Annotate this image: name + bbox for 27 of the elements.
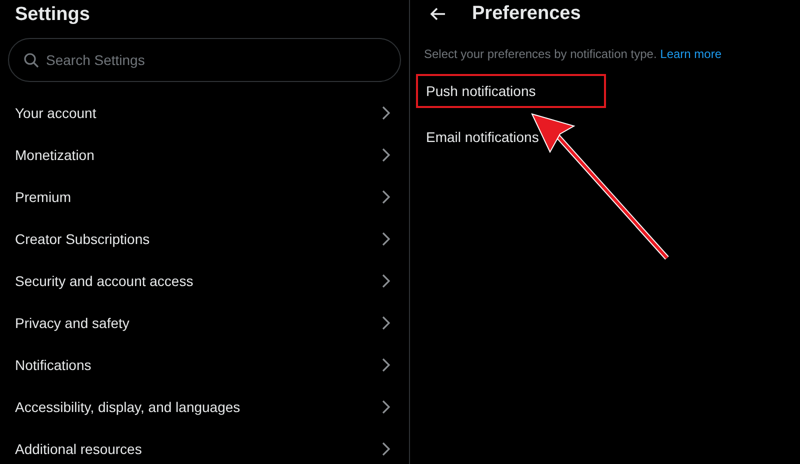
preference-item[interactable]: Push notifications (416, 74, 606, 108)
settings-menu-item[interactable]: Your account (0, 92, 409, 134)
search-field[interactable]: Search Settings (8, 38, 401, 82)
settings-menu-item[interactable]: Creator Subscriptions (0, 218, 409, 260)
chevron-icon (381, 190, 391, 204)
search-icon (23, 52, 39, 68)
chevron-icon (381, 400, 391, 414)
learn-more-link[interactable]: Learn more (660, 47, 722, 61)
description-text: Select your preferences by notification type. (424, 47, 657, 61)
chevron-icon (381, 148, 391, 162)
back-icon[interactable] (430, 7, 446, 21)
settings-menu-item[interactable]: Monetization (0, 134, 409, 176)
settings-menu-item[interactable]: Notifications (0, 344, 409, 386)
preference-item[interactable]: Email notifications (416, 120, 606, 154)
preferences-title: Preferences (472, 3, 581, 25)
settings-menu-item[interactable]: Additional resources (0, 428, 409, 464)
settings-menu-item[interactable]: Privacy and safety (0, 302, 409, 344)
settings-menu-item[interactable]: Security and account access (0, 260, 409, 302)
chevron-icon (381, 358, 391, 372)
chevron-icon (381, 316, 391, 330)
chevron-icon (381, 442, 391, 456)
settings-title: Settings (15, 4, 91, 26)
settings-menu-item[interactable]: Accessibility, display, and languages (0, 386, 409, 428)
chevron-icon (381, 106, 391, 120)
chevron-icon (381, 232, 391, 246)
settings-menu-item[interactable]: Premium (0, 176, 409, 218)
chevron-icon (381, 274, 391, 288)
